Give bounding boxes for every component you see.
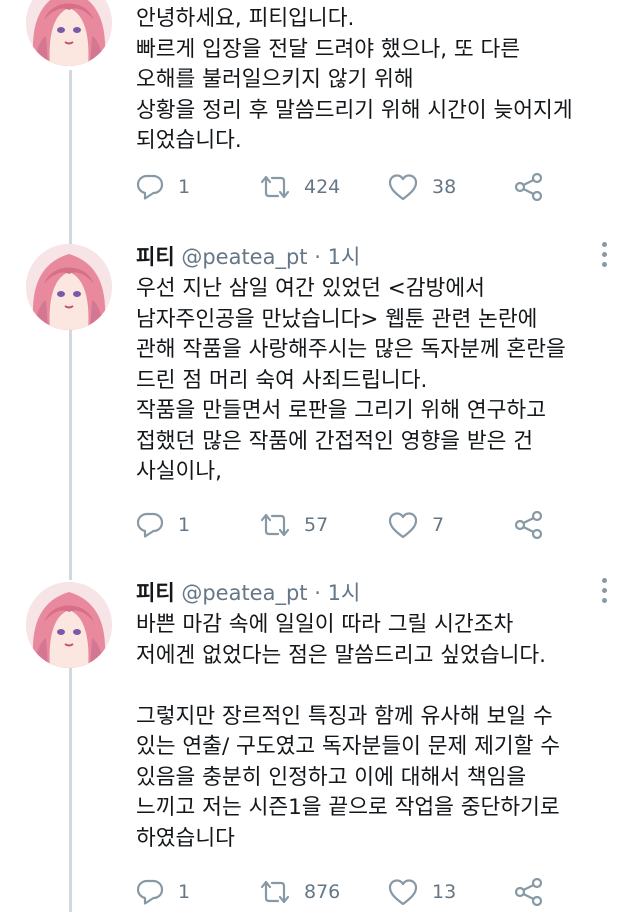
tweet-text: 바쁜 마감 속에 일일이 따라 그릴 시간조차 저에겐 없었다는 점은 말씀드리… xyxy=(136,612,561,851)
share-icon xyxy=(514,511,544,539)
reply-icon xyxy=(136,511,164,539)
retweet-button[interactable]: 57 xyxy=(260,510,328,540)
share-button[interactable] xyxy=(514,510,544,540)
tweet-text: 우선 지난 삼일 여간 있었던 <감방에서 남자주인공을 만났습니다> 웹툰 관… xyxy=(136,276,566,484)
more-icon[interactable] xyxy=(594,576,614,604)
user-handle[interactable]: @peatea_pt xyxy=(181,245,307,269)
like-count: 7 xyxy=(432,514,445,536)
tweet-actions: 1 57 7 xyxy=(136,510,606,540)
like-button[interactable]: 7 xyxy=(388,510,444,540)
display-name[interactable]: 피티 xyxy=(136,581,175,605)
retweet-icon xyxy=(260,878,290,906)
retweet-count: 876 xyxy=(304,881,341,903)
avatar[interactable] xyxy=(26,244,112,330)
timestamp[interactable]: 1시 xyxy=(328,581,361,605)
tweet[interactable]: 피티 @peatea_pt · 1시 우선 지난 삼일 여간 있었던 <감방에서… xyxy=(0,230,640,560)
retweet-count: 57 xyxy=(304,514,329,536)
tweet-header: 피티 @peatea_pt · 1시 xyxy=(136,579,360,607)
reply-button[interactable]: 1 xyxy=(136,510,190,540)
tweet-header: 피티 @peatea_pt · 1시 xyxy=(136,243,360,271)
tweet-actions: 1 876 13 xyxy=(136,877,606,907)
reply-button[interactable]: 1 xyxy=(136,172,190,202)
reply-count: 1 xyxy=(178,881,191,903)
like-button[interactable]: 38 xyxy=(388,172,456,202)
share-button[interactable] xyxy=(514,172,544,202)
retweet-count: 424 xyxy=(304,176,341,198)
like-button[interactable]: 13 xyxy=(388,877,456,907)
like-icon xyxy=(388,173,418,201)
reply-icon xyxy=(136,878,164,906)
like-count: 13 xyxy=(432,881,457,903)
reply-button[interactable]: 1 xyxy=(136,877,190,907)
tweet[interactable]: 피티 @peatea_pt · 1시 바쁜 마감 속에 일일이 따라 그릴 시간… xyxy=(0,568,640,912)
tweet-actions: 1 424 38 xyxy=(136,172,606,202)
share-icon xyxy=(514,878,544,906)
share-icon xyxy=(514,173,544,201)
separator: · xyxy=(314,245,321,269)
reply-count: 1 xyxy=(178,176,191,198)
reply-icon xyxy=(136,173,164,201)
tweet[interactable]: 안녕하세요, 피티입니다. 빠르게 입장을 전달 드려야 했으나, 또 다른 오… xyxy=(0,0,640,215)
more-icon[interactable] xyxy=(594,240,614,268)
display-name[interactable]: 피티 xyxy=(136,245,175,269)
avatar[interactable] xyxy=(26,0,112,66)
reply-count: 1 xyxy=(178,514,191,536)
like-icon xyxy=(388,878,418,906)
like-icon xyxy=(388,511,418,539)
timestamp[interactable]: 1시 xyxy=(328,245,361,269)
retweet-icon xyxy=(260,173,290,201)
retweet-button[interactable]: 876 xyxy=(260,877,340,907)
avatar[interactable] xyxy=(26,582,112,668)
separator: · xyxy=(314,581,321,605)
retweet-icon xyxy=(260,511,290,539)
user-handle[interactable]: @peatea_pt xyxy=(181,581,307,605)
share-button[interactable] xyxy=(514,877,544,907)
tweet-text: 안녕하세요, 피티입니다. 빠르게 입장을 전달 드려야 했으나, 또 다른 오… xyxy=(136,6,573,153)
retweet-button[interactable]: 424 xyxy=(260,172,340,202)
like-count: 38 xyxy=(432,176,457,198)
